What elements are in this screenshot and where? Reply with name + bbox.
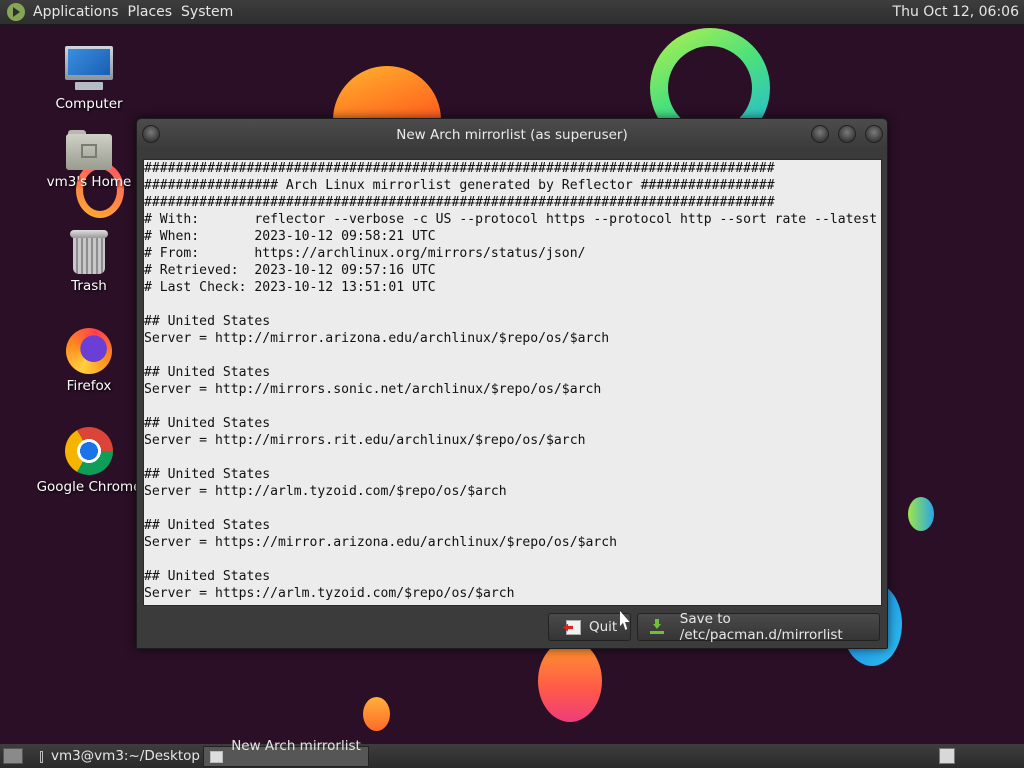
- mirrorlist-line[interactable]: [144, 551, 881, 568]
- desktop-icon-label: Firefox: [66, 378, 112, 394]
- mirrorlist-line[interactable]: ## United States: [144, 466, 881, 483]
- home-folder-icon: [66, 130, 112, 170]
- dialog-button-row: Quit Save to /etc/pacman.d/mirrorlist: [137, 611, 887, 643]
- mirrorlist-text-view[interactable]: ########################################…: [143, 159, 882, 606]
- save-button-label: Save to /etc/pacman.d/mirrorlist: [679, 611, 843, 643]
- save-mirrorlist-button[interactable]: Save to /etc/pacman.d/mirrorlist: [637, 611, 880, 643]
- system-menu[interactable]: System: [179, 0, 240, 25]
- mirrorlist-line[interactable]: [144, 347, 881, 364]
- firefox-icon: [66, 328, 112, 374]
- mirrorlist-line[interactable]: Server = https://arlm.tyzoid.com/$repo/o…: [144, 585, 881, 602]
- window-menu-button[interactable]: [142, 125, 160, 143]
- window-title: New Arch mirrorlist (as superuser): [396, 127, 628, 143]
- desktop-icon-label: vm3's Home: [46, 174, 132, 190]
- mirrorlist-window: New Arch mirrorlist (as superuser) #####…: [136, 118, 888, 649]
- mirrorlist-line[interactable]: ## United States: [144, 517, 881, 534]
- trash-icon: [70, 230, 108, 274]
- close-button[interactable]: [865, 125, 883, 143]
- terminal-icon: [40, 750, 43, 763]
- top-panel: Applications Places System Thu Oct 12, 0…: [0, 0, 1024, 25]
- download-icon: [650, 619, 664, 635]
- wallpaper-shape: [538, 640, 602, 722]
- quit-button[interactable]: Quit: [548, 613, 631, 641]
- mirrorlist-line[interactable]: ################# Arch Linux mirrorlist …: [144, 177, 881, 194]
- mirrorlist-line[interactable]: ## United States: [144, 313, 881, 330]
- mirrorlist-line[interactable]: # When: 2023-10-12 09:58:21 UTC: [144, 228, 881, 245]
- desktop-icon-home[interactable]: vm3's Home: [34, 130, 144, 190]
- show-desktop-icon[interactable]: [3, 748, 23, 764]
- desktop-icon-firefox[interactable]: Firefox: [34, 328, 144, 394]
- workspace-switcher[interactable]: [939, 748, 955, 764]
- mirrorlist-line[interactable]: # With: reflector --verbose -c US --prot…: [144, 211, 881, 228]
- window-icon: [210, 750, 224, 763]
- mirrorlist-line[interactable]: # Retrieved: 2023-10-12 09:57:16 UTC: [144, 262, 881, 279]
- mirrorlist-line[interactable]: Server = http://arlm.tyzoid.com/$repo/os…: [144, 483, 881, 500]
- mirrorlist-line[interactable]: [144, 500, 881, 517]
- taskbar-item-label: vm3@vm3:~/Desktop: [50, 748, 200, 764]
- mate-logo-icon[interactable]: [7, 3, 25, 21]
- wallpaper-shape: [363, 697, 390, 731]
- mirrorlist-line[interactable]: ## United States: [144, 364, 881, 381]
- desktop-icon-label: Computer: [55, 96, 123, 112]
- places-menu[interactable]: Places: [126, 0, 180, 25]
- wallpaper-shape: [908, 497, 934, 531]
- mirrorlist-line[interactable]: ########################################…: [144, 160, 881, 177]
- taskbar-item-mirrorlist[interactable]: New Arch mirrorlist ...: [203, 738, 369, 768]
- mirrorlist-content[interactable]: ########################################…: [144, 160, 881, 602]
- desktop-icon-chrome[interactable]: Google Chrome: [34, 427, 144, 495]
- taskbar-item-label: New Arch mirrorlist ...: [231, 737, 361, 768]
- mirrorlist-line[interactable]: ## United States: [144, 568, 881, 585]
- window-titlebar[interactable]: New Arch mirrorlist (as superuser): [137, 119, 887, 151]
- mirrorlist-line[interactable]: Server = http://mirrors.rit.edu/archlinu…: [144, 432, 881, 449]
- mirrorlist-line[interactable]: Server = http://mirror.arizona.edu/archl…: [144, 330, 881, 347]
- desktop-icon-computer[interactable]: Computer: [34, 46, 144, 112]
- mirrorlist-line[interactable]: [144, 449, 881, 466]
- quit-button-label: Quit: [589, 619, 618, 635]
- mirrorlist-line[interactable]: ########################################…: [144, 194, 881, 211]
- maximize-button[interactable]: [838, 125, 856, 143]
- desktop-icon-label: Trash: [71, 278, 107, 294]
- applications-menu[interactable]: Applications: [31, 0, 126, 25]
- chrome-icon: [65, 427, 113, 475]
- taskbar-item-terminal[interactable]: vm3@vm3:~/Desktop: [34, 746, 200, 767]
- mirrorlist-line[interactable]: Server = http://mirrors.sonic.net/archli…: [144, 381, 881, 398]
- bottom-panel: vm3@vm3:~/Desktop New Arch mirrorlist ..…: [0, 738, 1024, 768]
- mirrorlist-line[interactable]: Server = https://mirror.arizona.edu/arch…: [144, 534, 881, 551]
- desktop-icon-trash[interactable]: Trash: [34, 230, 144, 294]
- minimize-button[interactable]: [811, 125, 829, 143]
- mirrorlist-line[interactable]: # Last Check: 2023-10-12 13:51:01 UTC: [144, 279, 881, 296]
- desktop-icon-label: Google Chrome: [36, 479, 142, 495]
- mirrorlist-line[interactable]: [144, 296, 881, 313]
- mirrorlist-line[interactable]: ## United States: [144, 415, 881, 432]
- panel-clock[interactable]: Thu Oct 12, 06:06: [893, 0, 1019, 25]
- quit-icon: [566, 619, 581, 635]
- mirrorlist-line[interactable]: [144, 398, 881, 415]
- computer-icon: [65, 46, 113, 92]
- mirrorlist-line[interactable]: # From: https://archlinux.org/mirrors/st…: [144, 245, 881, 262]
